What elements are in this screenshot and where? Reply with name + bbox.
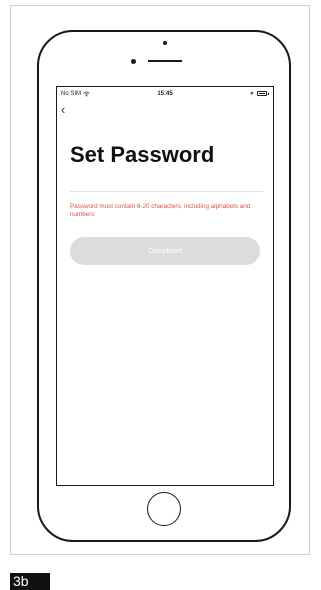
battery-icon — [257, 91, 267, 96]
status-bar: No SIM 15:45 — [57, 91, 273, 101]
phone-screen: No SIM 15:45 ‹ Set Password Password mus… — [56, 86, 274, 486]
phone-device: No SIM 15:45 ‹ Set Password Password mus… — [37, 30, 291, 542]
page-title: Set Password — [70, 142, 215, 167]
password-input[interactable] — [70, 171, 263, 192]
earpiece-speaker — [148, 60, 182, 62]
battery-cap — [268, 92, 269, 95]
password-hint: Password must contain 6-20 characters, i… — [70, 203, 251, 218]
location-arrow-icon — [249, 91, 254, 96]
status-time: 15:45 — [157, 91, 173, 97]
front-camera — [131, 59, 136, 64]
front-sensor — [163, 41, 167, 45]
back-button[interactable]: ‹ — [61, 103, 75, 117]
home-button[interactable] — [147, 492, 181, 526]
step-label: 3b — [10, 573, 50, 590]
completed-button[interactable]: Completed — [70, 237, 260, 265]
